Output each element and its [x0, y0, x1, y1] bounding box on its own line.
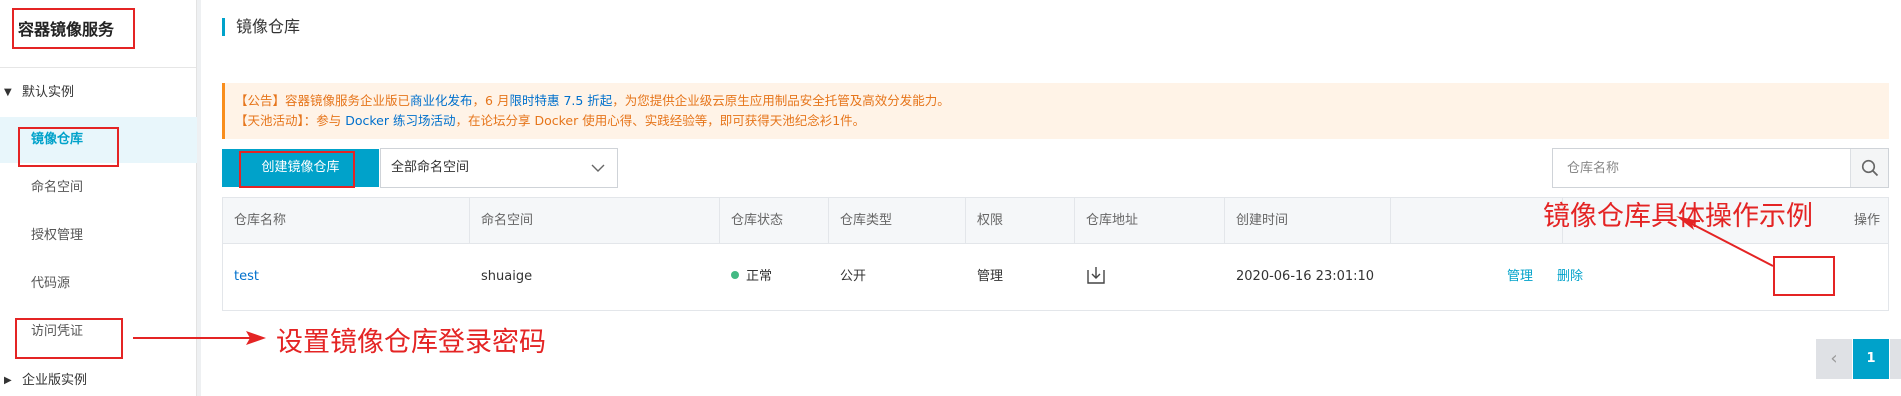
annotation-operation-note: 镜像仓库具体操作示例: [1543, 201, 1813, 232]
annotation-credential-note: 设置镜像仓库登录密码: [276, 327, 546, 358]
arrow-credential: [133, 331, 266, 345]
